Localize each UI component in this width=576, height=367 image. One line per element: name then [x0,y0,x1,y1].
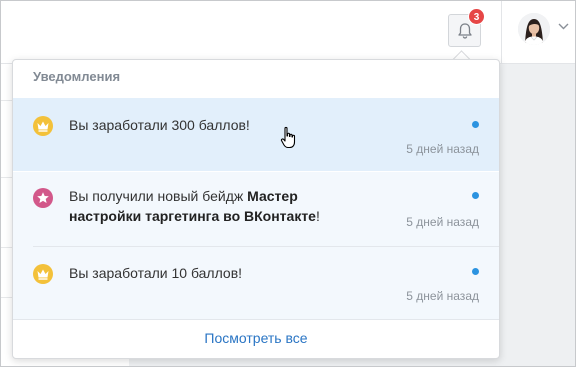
dropdown-footer: Посмотреть все [13,319,499,358]
crown-icon [37,121,49,132]
view-all-link[interactable]: Посмотреть все [204,330,307,346]
crown-icon [37,269,49,280]
notifications-count-badge: 3 [468,8,485,25]
dropdown-title: Уведомления [33,69,121,84]
crown-badge [33,116,53,136]
notification-time: 5 дней назад [406,289,479,303]
notification-text: Вы заработали 300 баллов! [69,117,250,133]
user-avatar[interactable] [518,13,550,45]
user-photo-icon [518,13,550,45]
unread-indicator [472,268,479,275]
bell-icon [458,23,472,39]
star-icon [37,192,49,203]
header-divider [501,1,502,63]
hand-cursor-icon [280,126,296,149]
notifications-dropdown: Уведомления Вы заработали 300 баллов! 5 … [12,59,500,359]
notification-item[interactable]: Вы заработали 10 баллов! 5 дней назад [13,247,499,319]
chevron-down-icon[interactable] [558,23,569,30]
notification-text-prefix: Вы получили новый бейдж [69,188,248,204]
notification-text-suffix: ! [315,208,320,224]
unread-indicator [472,121,479,128]
unread-indicator [472,192,479,199]
crown-badge [33,264,53,284]
notification-text: Вы заработали 10 баллов! [69,265,243,281]
app-window: 3 Уведомления Вы заработали 300 баллов! … [0,0,576,367]
top-bar: 3 [1,1,575,64]
notification-time: 5 дней назад [406,215,479,229]
notification-time: 5 дней назад [406,142,479,156]
notification-item[interactable]: Вы получили новый бейдж Мастер настройки… [13,172,499,247]
star-badge [33,188,53,208]
notification-text: Вы получили новый бейдж Мастер настройки… [69,186,349,226]
notification-item[interactable]: Вы заработали 300 баллов! 5 дней назад [13,98,499,171]
